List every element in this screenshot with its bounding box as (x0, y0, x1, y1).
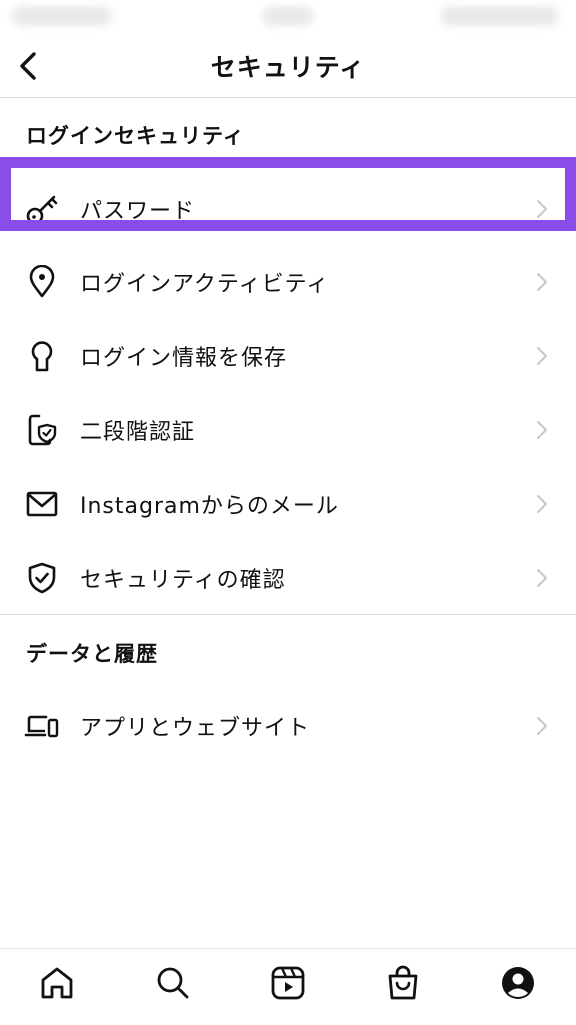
status-bar (0, 0, 576, 38)
row-emails[interactable]: Instagramからのメール (0, 467, 576, 540)
row-label-saved-login-info: ログイン情報を保存 (80, 345, 288, 371)
section-divider (0, 614, 576, 615)
devices-icon (22, 706, 62, 746)
chevron-right-icon (532, 270, 552, 294)
row-label-emails: Instagramからのメール (80, 493, 339, 519)
row-login-activity[interactable]: ログインアクティビティ (0, 245, 576, 318)
section-title-data-history: データと履歴 (26, 642, 158, 666)
row-label-apps-websites: アプリとウェブサイト (80, 715, 311, 741)
location-pin-icon (22, 262, 62, 302)
highlight-frame (0, 157, 576, 231)
row-label-login-activity: ログインアクティビティ (80, 271, 330, 297)
row-saved-login-info[interactable]: ログイン情報を保存 (0, 319, 576, 392)
page-title: セキュリティ (210, 53, 366, 82)
chevron-right-icon (532, 492, 552, 516)
chevron-right-icon (532, 418, 552, 442)
profile-icon[interactable] (498, 963, 538, 1003)
section-title-login-security: ログインセキュリティ (26, 124, 245, 148)
row-apps-websites[interactable]: アプリとウェブサイト (0, 689, 576, 762)
row-security-checkup[interactable]: セキュリティの確認 (0, 541, 576, 614)
header: セキュリティ (0, 38, 576, 98)
row-label-security-checkup: セキュリティの確認 (80, 567, 286, 593)
mail-icon (22, 484, 62, 524)
chevron-right-icon (532, 714, 552, 738)
phone-shield-icon (22, 410, 62, 450)
chevron-right-icon (532, 344, 552, 368)
status-notch-blur (262, 6, 314, 26)
shield-check-icon (22, 558, 62, 598)
row-label-two-factor: 二段階認証 (80, 419, 196, 445)
reels-icon[interactable] (268, 963, 308, 1003)
row-two-factor[interactable]: 二段階認証 (0, 393, 576, 466)
header-divider (0, 97, 576, 98)
keyhole-icon (22, 336, 62, 376)
home-icon[interactable] (37, 963, 77, 1003)
status-indicators-blur (440, 6, 558, 26)
search-icon[interactable] (153, 963, 193, 1003)
chevron-right-icon (532, 566, 552, 590)
bottom-tab-bar (0, 948, 576, 1025)
status-time-blur (12, 6, 112, 26)
shop-icon[interactable] (383, 963, 423, 1003)
